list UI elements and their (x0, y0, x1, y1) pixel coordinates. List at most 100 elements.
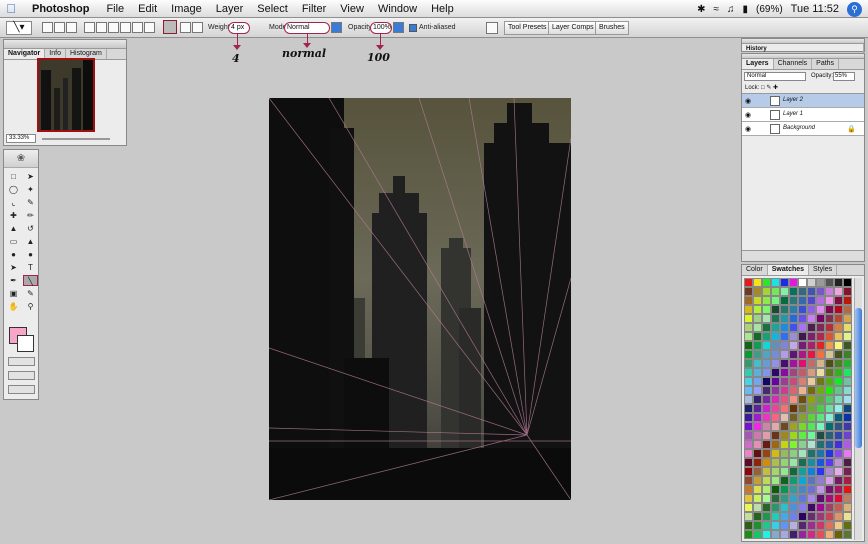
swatch-color[interactable] (834, 332, 843, 341)
swatch-color[interactable] (843, 485, 852, 494)
swatch-color[interactable] (816, 404, 825, 413)
swatch-color[interactable] (789, 467, 798, 476)
swatch-color[interactable] (834, 341, 843, 350)
swatch-color[interactable] (834, 350, 843, 359)
swatch-color[interactable] (834, 359, 843, 368)
swatch-color[interactable] (762, 413, 771, 422)
swatch-color[interactable] (807, 422, 816, 431)
swatch-color[interactable] (789, 341, 798, 350)
swatch-color[interactable] (843, 422, 852, 431)
swatch-color[interactable] (780, 341, 789, 350)
swatch-color[interactable] (798, 395, 807, 404)
swatch-color[interactable] (753, 332, 762, 341)
swatch-color[interactable] (744, 458, 753, 467)
palette-well-icon[interactable] (486, 22, 498, 34)
swatch-color[interactable] (825, 503, 834, 512)
swatch-color[interactable] (834, 449, 843, 458)
swatch-color[interactable] (843, 404, 852, 413)
swatch-color[interactable] (807, 413, 816, 422)
swatch-color[interactable] (798, 350, 807, 359)
swatch-color[interactable] (771, 368, 780, 377)
swatch-color[interactable] (798, 296, 807, 305)
swatch-color[interactable] (762, 350, 771, 359)
swatch-color[interactable] (744, 503, 753, 512)
swatch-color[interactable] (807, 485, 816, 494)
swatch-color[interactable] (753, 458, 762, 467)
swatch-color[interactable] (807, 341, 816, 350)
swatch-color[interactable] (834, 305, 843, 314)
background-color-swatch[interactable] (17, 335, 34, 352)
swatch-color[interactable] (771, 476, 780, 485)
menu-app-name[interactable]: Photoshop (32, 3, 89, 15)
swatch-color[interactable] (807, 467, 816, 476)
swatch-color[interactable] (753, 476, 762, 485)
swatch-color[interactable] (798, 476, 807, 485)
swatch-color[interactable] (771, 341, 780, 350)
swatch-color[interactable] (771, 377, 780, 386)
swatch-color[interactable] (744, 422, 753, 431)
swatch-color[interactable] (825, 278, 834, 287)
fill-pixels-icon[interactable] (66, 22, 77, 33)
swatch-color[interactable] (825, 359, 834, 368)
tab-channels[interactable]: Channels (774, 59, 813, 69)
swatch-color[interactable] (789, 332, 798, 341)
swatch-color[interactable] (834, 503, 843, 512)
tab-layers[interactable]: Layers (742, 59, 774, 69)
swatch-color[interactable] (780, 386, 789, 395)
swatch-color[interactable] (789, 476, 798, 485)
swatch-color[interactable] (744, 485, 753, 494)
swatch-color[interactable] (762, 404, 771, 413)
custom-shape-icon[interactable] (180, 22, 191, 33)
swatch-color[interactable] (771, 422, 780, 431)
swatch-color[interactable] (780, 449, 789, 458)
swatch-color[interactable] (744, 314, 753, 323)
swatch-color[interactable] (798, 323, 807, 332)
swatch-color[interactable] (816, 503, 825, 512)
swatch-color[interactable] (789, 305, 798, 314)
swatch-color[interactable] (834, 278, 843, 287)
swatch-color[interactable] (816, 341, 825, 350)
tab-styles[interactable]: Styles (809, 265, 838, 275)
swatch-color[interactable] (753, 377, 762, 386)
swatch-color[interactable] (744, 350, 753, 359)
swatch-color[interactable] (825, 287, 834, 296)
eyedropper-icon[interactable]: ✎ (23, 288, 38, 299)
weight-input[interactable]: 4 px (228, 22, 250, 34)
swatch-color[interactable] (762, 503, 771, 512)
swatch-color[interactable] (762, 341, 771, 350)
swatch-color[interactable] (834, 296, 843, 305)
history-brush-icon[interactable]: ↺ (23, 223, 38, 234)
brush-tool-icon[interactable]: ✏ (23, 210, 38, 221)
line-shape-tool-icon[interactable]: ╲ (23, 275, 38, 286)
swatch-color[interactable] (843, 494, 852, 503)
menu-edit[interactable]: Edit (138, 3, 157, 15)
spotlight-icon[interactable]: ⚲ (847, 1, 862, 17)
swatch-color[interactable] (780, 503, 789, 512)
swatch-color[interactable] (798, 422, 807, 431)
crop-tool-icon[interactable]: ⌞ (6, 197, 21, 208)
swatch-color[interactable] (816, 485, 825, 494)
swatch-color[interactable] (798, 404, 807, 413)
swatch-color[interactable] (843, 323, 852, 332)
lasso-tool-icon[interactable]: ◯ (6, 184, 21, 195)
swatch-color[interactable] (753, 530, 762, 539)
swatch-color[interactable] (744, 494, 753, 503)
swatch-color[interactable] (771, 395, 780, 404)
swatch-color[interactable] (771, 521, 780, 530)
swatch-color[interactable] (807, 350, 816, 359)
swatch-color[interactable] (816, 350, 825, 359)
swatch-color[interactable] (780, 332, 789, 341)
swatch-color[interactable] (807, 431, 816, 440)
swatch-color[interactable] (780, 404, 789, 413)
swatch-color[interactable] (843, 278, 852, 287)
swatch-color[interactable] (843, 503, 852, 512)
swatch-color[interactable] (762, 476, 771, 485)
swatch-color[interactable] (771, 458, 780, 467)
swatch-color[interactable] (744, 278, 753, 287)
swatch-color[interactable] (780, 431, 789, 440)
menu-layer[interactable]: Layer (216, 3, 244, 15)
screen-mode-toggle[interactable] (8, 371, 35, 380)
swatch-color[interactable] (780, 359, 789, 368)
swatch-color[interactable] (789, 530, 798, 539)
swatch-color[interactable] (771, 440, 780, 449)
